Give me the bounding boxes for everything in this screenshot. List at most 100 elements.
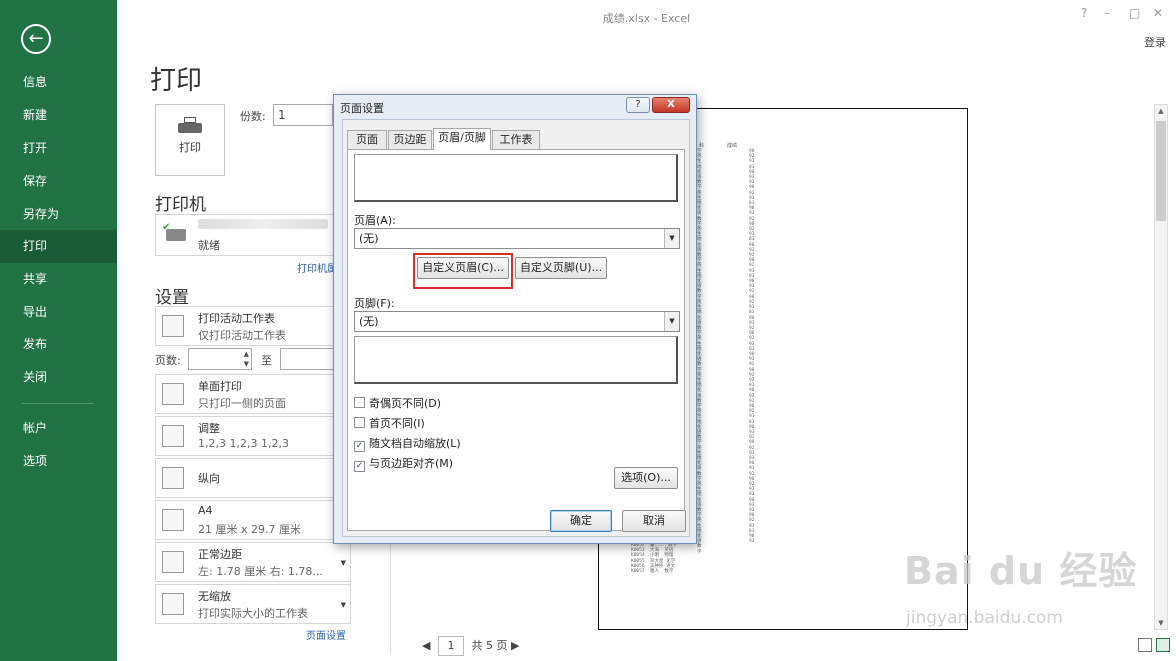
pages-label: 页数: [155, 354, 181, 367]
checkbox-different-first-page[interactable]: 首页不同(I) [354, 417, 425, 431]
setting-subtitle: 1,2,3 1,2,3 1,2,3 [198, 437, 289, 450]
spinner-icon[interactable]: ▲ ▼ [244, 349, 249, 369]
no-scaling-icon [162, 593, 184, 615]
print-button-label: 打印 [179, 141, 201, 154]
preview-column-ids: K0052 董... 数学 K0053 大海 英语 K0054 小明 物理 K0… [631, 543, 678, 575]
setting-subtitle: 只打印一侧的页面 [198, 397, 286, 410]
options-button[interactable]: 选项(O)... [614, 467, 678, 489]
nav-item-account[interactable]: 帐户 [0, 412, 117, 445]
setting-print-active-sheets[interactable]: 打印活动工作表 仅打印活动工作表 [155, 306, 351, 346]
show-margins-icon[interactable] [1138, 638, 1152, 652]
tab-margins[interactable]: 页边距 [388, 130, 432, 149]
page-setup-dialog: 页面设置 ? X 页面 页边距 页眉/页脚 工作表 页眉(A): (无) ▼ 自… [333, 94, 697, 544]
checkbox-icon[interactable] [354, 397, 365, 408]
pages-to-input[interactable] [280, 348, 334, 370]
printer-status: 就绪 [198, 239, 220, 252]
ok-button[interactable]: 确定 [550, 510, 612, 532]
setting-collated[interactable]: 调整 1,2,3 1,2,3 1,2,3 [155, 416, 351, 456]
window-title: 成绩.xlsx - Excel [602, 12, 691, 25]
nav-item-save-as[interactable]: 另存为 [0, 198, 117, 231]
zoom-to-page-icon[interactable] [1156, 638, 1170, 652]
scroll-up-icon[interactable]: ▲ [1155, 105, 1167, 117]
close-icon[interactable]: ✕ [1153, 6, 1163, 20]
footer-label: 页脚(F): [354, 297, 395, 310]
setting-scaling[interactable]: 无缩放 打印实际大小的工作表 ▼ [155, 584, 351, 624]
nav-item-new[interactable]: 新建 [0, 99, 117, 132]
checkmark-icon[interactable]: ✓ [354, 441, 365, 452]
header-select[interactable]: (无) ▼ [354, 228, 680, 249]
chevron-down-icon[interactable]: ▼ [341, 559, 346, 567]
checkbox-align-with-margins[interactable]: ✓ 与页边距对齐(M) [354, 457, 453, 472]
nav-item-open[interactable]: 打开 [0, 132, 117, 165]
copies-label: 份数: [240, 110, 266, 123]
nav-item-export[interactable]: 导出 [0, 296, 117, 329]
scroll-thumb[interactable] [1156, 121, 1166, 221]
margins-icon [162, 551, 184, 573]
preview-column-text: 学 英 生 地 化 语 数 学 英 生 地 化 语 数 学 英 生 地 化 语 … [697, 149, 702, 555]
watermark-logo: Bai du 经验 [904, 549, 1138, 593]
nav-item-save[interactable]: 保存 [0, 165, 117, 198]
printer-icon [178, 117, 202, 135]
nav-item-print[interactable]: 打印 [0, 230, 117, 263]
nav-divider [22, 403, 94, 404]
paper-size-icon [162, 509, 184, 531]
help-icon[interactable]: ? [626, 97, 650, 113]
printer-selector[interactable]: ✔ 就绪 [155, 214, 335, 256]
setting-subtitle: 仅打印活动工作表 [198, 329, 286, 342]
minimize-icon[interactable]: – [1104, 6, 1110, 20]
setting-title: 纵向 [198, 472, 220, 485]
page-setup-link[interactable]: 页面设置 [306, 627, 346, 642]
printer-heading: 打印机 [155, 195, 206, 215]
checkmark-icon[interactable]: ✓ [354, 461, 365, 472]
sign-in-link[interactable]: 登录 [1144, 34, 1166, 50]
highlight-box [413, 253, 513, 289]
chevron-down-icon[interactable]: ▼ [664, 312, 679, 331]
print-button[interactable]: 打印 [155, 104, 225, 176]
setting-one-sided[interactable]: 单面打印 只打印一侧的页面 [155, 374, 351, 414]
setting-subtitle: 21 厘米 x 29.7 厘米 [198, 523, 301, 536]
pages-from-input[interactable]: ▲ ▼ [188, 348, 252, 370]
next-page-icon[interactable]: ▶ [511, 639, 519, 652]
checkbox-different-odd-even[interactable]: 奇偶页不同(D) [354, 397, 441, 411]
back-arrow-icon[interactable]: ← [21, 24, 51, 54]
checkbox-icon[interactable] [354, 417, 365, 428]
setting-title: A4 [198, 504, 213, 517]
checkbox-label: 首页不同(I) [369, 417, 425, 430]
nav-item-info[interactable]: 信息 [0, 66, 117, 99]
setting-paper-size[interactable]: A4 21 厘米 x 29.7 厘米 [155, 500, 351, 540]
preview-header-score: 成绩 [727, 143, 738, 149]
portrait-page-icon [162, 467, 184, 489]
current-page-input[interactable]: 1 [437, 636, 464, 656]
page-navigator: ◀ 1 共 5 页 ▶ [422, 636, 519, 656]
custom-footer-button[interactable]: 自定义页脚(U)... [515, 257, 607, 279]
printer-name-redacted [198, 219, 328, 229]
checkbox-label: 奇偶页不同(D) [369, 397, 442, 410]
footer-select-value: (无) [359, 315, 379, 328]
setting-orientation[interactable]: 纵向 [155, 458, 351, 498]
setting-margins[interactable]: 正常边距 左: 1.78 厘米 右: 1.78... ▼ [155, 542, 351, 582]
cancel-button[interactable]: 取消 [622, 510, 686, 532]
setting-subtitle: 打印实际大小的工作表 [198, 607, 308, 620]
sheet-grid-icon [162, 315, 184, 337]
nav-item-close[interactable]: 关闭 [0, 361, 117, 394]
checkbox-scale-with-document[interactable]: ✓ 随文档自动缩放(L) [354, 437, 461, 452]
preview-header-subject: 科 [699, 143, 705, 149]
tab-sheet[interactable]: 工作表 [492, 130, 540, 149]
header-select-value: (无) [359, 232, 379, 245]
prev-page-icon[interactable]: ◀ [422, 639, 430, 652]
footer-select[interactable]: (无) ▼ [354, 311, 680, 332]
tab-header-footer[interactable]: 页眉/页脚 [433, 128, 491, 150]
nav-item-share[interactable]: 共享 [0, 263, 117, 296]
page-title: 打印 [150, 66, 203, 96]
nav-item-publish[interactable]: 发布 [0, 328, 117, 361]
chevron-down-icon[interactable]: ▼ [341, 601, 346, 609]
tab-page[interactable]: 页面 [347, 130, 387, 149]
preview-scrollbar[interactable]: ▲ ▼ [1154, 104, 1168, 630]
copies-input[interactable]: 1 [273, 104, 333, 126]
restore-icon[interactable]: □ [1129, 6, 1140, 20]
close-icon[interactable]: X [652, 97, 690, 113]
scroll-down-icon[interactable]: ▼ [1155, 617, 1167, 629]
nav-item-options[interactable]: 选项 [0, 445, 117, 478]
chevron-down-icon[interactable]: ▼ [664, 229, 679, 248]
help-icon[interactable]: ? [1081, 6, 1087, 20]
